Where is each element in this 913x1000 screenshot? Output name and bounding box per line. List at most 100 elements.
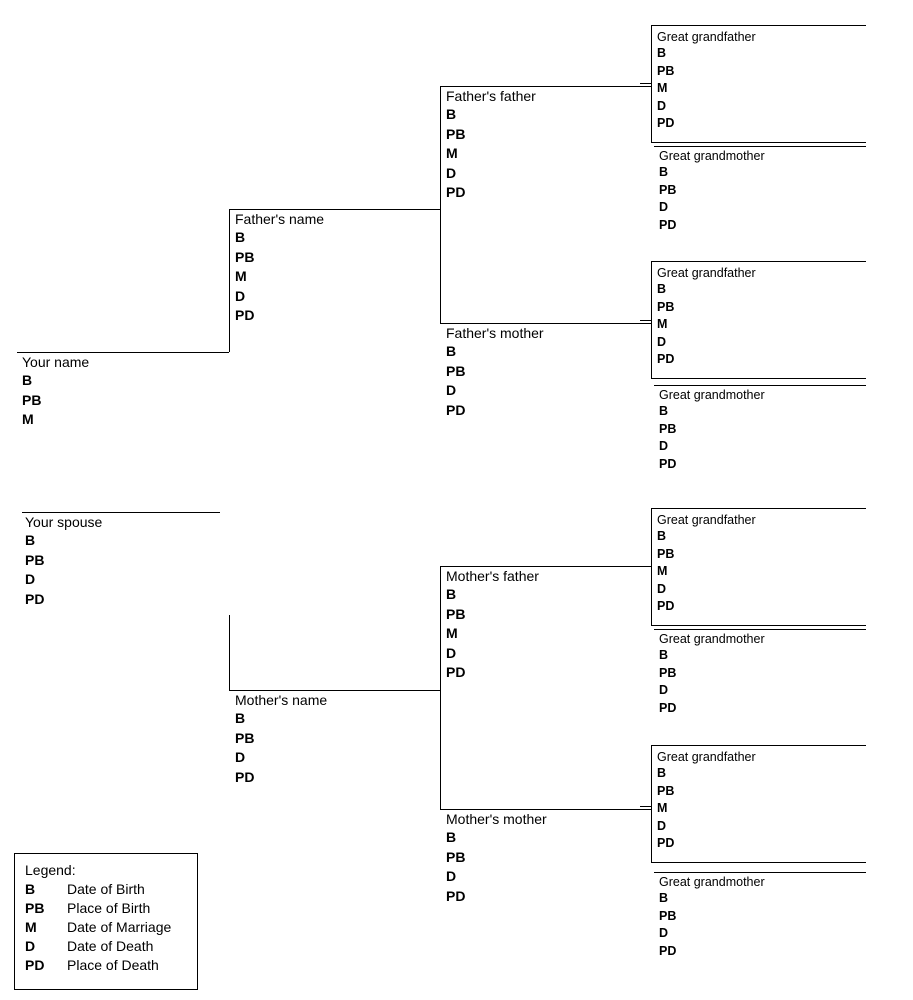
ggf3-top-rule [651,508,866,509]
field-pb: PB [25,551,45,568]
person-name: Great grandfather [657,750,756,764]
person-ggm1[interactable]: Great grandmother B PB D PD [656,148,866,234]
your-spouse-top-rule [22,512,220,513]
ggm1-top-rule [654,146,866,147]
field-b: B [659,891,669,905]
field-b: B [659,404,669,418]
field-pb: PB [446,362,466,379]
person-mother[interactable]: Mother's name B PB D PD [232,692,437,787]
field-b: B [659,648,669,662]
field-pd: PD [659,700,677,715]
person-name: Mother's mother [446,811,547,827]
person-name: Your spouse [25,514,103,530]
mothers-father-bottom-rule [440,809,652,810]
ggf4-left-rule [651,745,652,862]
field-pd: PD [25,590,45,607]
field-pd: PD [235,307,255,323]
person-name: Great grandmother [659,875,765,889]
connector-ggf4-stub [640,806,652,807]
legend-abbr: PD [25,957,45,973]
legend-desc: Place of Death [67,957,159,973]
person-fields: B PB M D PD [654,528,864,616]
person-fathers-father[interactable]: Father's father B PB M D PD [443,88,648,203]
field-m: M [22,411,34,427]
person-self[interactable]: Your name B PB M [19,354,224,430]
field-pb: PB [235,248,255,265]
field-pb: PB [235,729,255,746]
person-name: Your name [22,354,90,370]
ggm4-top-rule [654,872,866,873]
person-father[interactable]: Father's name B PB M D PD [232,211,437,326]
field-b: B [446,343,457,359]
connector-ggf2-stub [640,320,652,321]
legend-row-m: M Date of Marriage [15,918,197,937]
person-mothers-father[interactable]: Mother's father B PB M D PD [443,568,648,683]
legend-desc: Date of Death [67,938,154,954]
field-pb: PB [657,299,675,314]
field-pb: PB [657,63,675,78]
field-m: M [657,801,668,815]
field-pb: PB [657,546,675,561]
field-d: D [446,164,457,181]
person-name: Father's name [235,211,325,227]
person-fields: B PB D PD [656,403,866,473]
person-fields: B PB D PD [656,164,866,234]
person-name: Great grandmother [659,149,765,163]
your-name-top-rule [17,352,229,353]
field-pb: PB [446,605,466,622]
fathers-father-bottom-rule [440,323,652,324]
field-d: D [657,818,667,833]
legend-desc: Place of Birth [67,900,151,916]
person-name: Mother's father [446,568,539,584]
fathers-name-left-rule [229,209,230,352]
person-fields: B PB M D PD [654,281,864,369]
field-pd: PD [657,836,675,850]
field-b: B [25,532,36,548]
person-name: Great grandfather [657,513,756,527]
field-b: B [446,586,457,602]
legend-desc: Date of Marriage [67,919,172,935]
person-fields: B PB D PD [656,647,866,717]
person-ggf4[interactable]: Great grandfather B PB M D PD [654,749,864,853]
person-fathers-mother[interactable]: Father's mother B PB D PD [443,325,648,420]
person-ggm3[interactable]: Great grandmother B PB D PD [656,631,866,717]
person-ggm4[interactable]: Great grandmother B PB D PD [656,874,866,960]
person-fields: B PB M D PD [443,585,648,683]
person-spouse[interactable]: Your spouse B PB D PD [22,514,222,609]
field-d: D [659,926,669,940]
field-pb: PB [657,783,675,798]
field-pd: PD [446,887,466,904]
field-pb: PB [446,125,466,142]
field-b: B [657,766,667,780]
field-m: M [657,564,668,578]
ggm3-top-rule [654,629,866,630]
mothers-father-left-rule [440,566,441,809]
person-ggf2[interactable]: Great grandfather B PB M D PD [654,265,864,369]
field-m: M [657,81,668,95]
field-d: D [659,439,669,453]
person-ggm2[interactable]: Great grandmother B PB D PD [656,387,866,473]
field-pd: PD [446,664,466,680]
field-pd: PD [657,116,675,130]
field-pb: PB [659,908,677,923]
person-fields: B PB D PD [22,531,222,609]
person-ggf3[interactable]: Great grandfather B PB M D PD [654,512,864,616]
ggf2-bottom-rule [651,378,866,379]
field-d: D [659,683,669,697]
field-m: M [657,317,668,331]
ggf1-bottom-rule [651,142,866,143]
person-ggf1[interactable]: Great grandfather B PB M D PD [654,29,864,133]
ggf2-top-rule [651,261,866,262]
person-fields: B PB M D PD [654,765,864,853]
field-d: D [657,334,667,349]
field-pb: PB [659,665,677,680]
field-d: D [446,382,457,398]
field-d: D [25,571,36,587]
mothers-father-top-rule [440,566,652,567]
legend-row-d: D Date of Death [15,937,197,956]
person-fields: B PB M [19,371,224,430]
ggm2-top-rule [654,385,866,386]
field-pd: PD [659,456,677,471]
connector-ggf1-stub [640,83,652,84]
person-mothers-mother[interactable]: Mother's mother B PB D PD [443,811,648,906]
